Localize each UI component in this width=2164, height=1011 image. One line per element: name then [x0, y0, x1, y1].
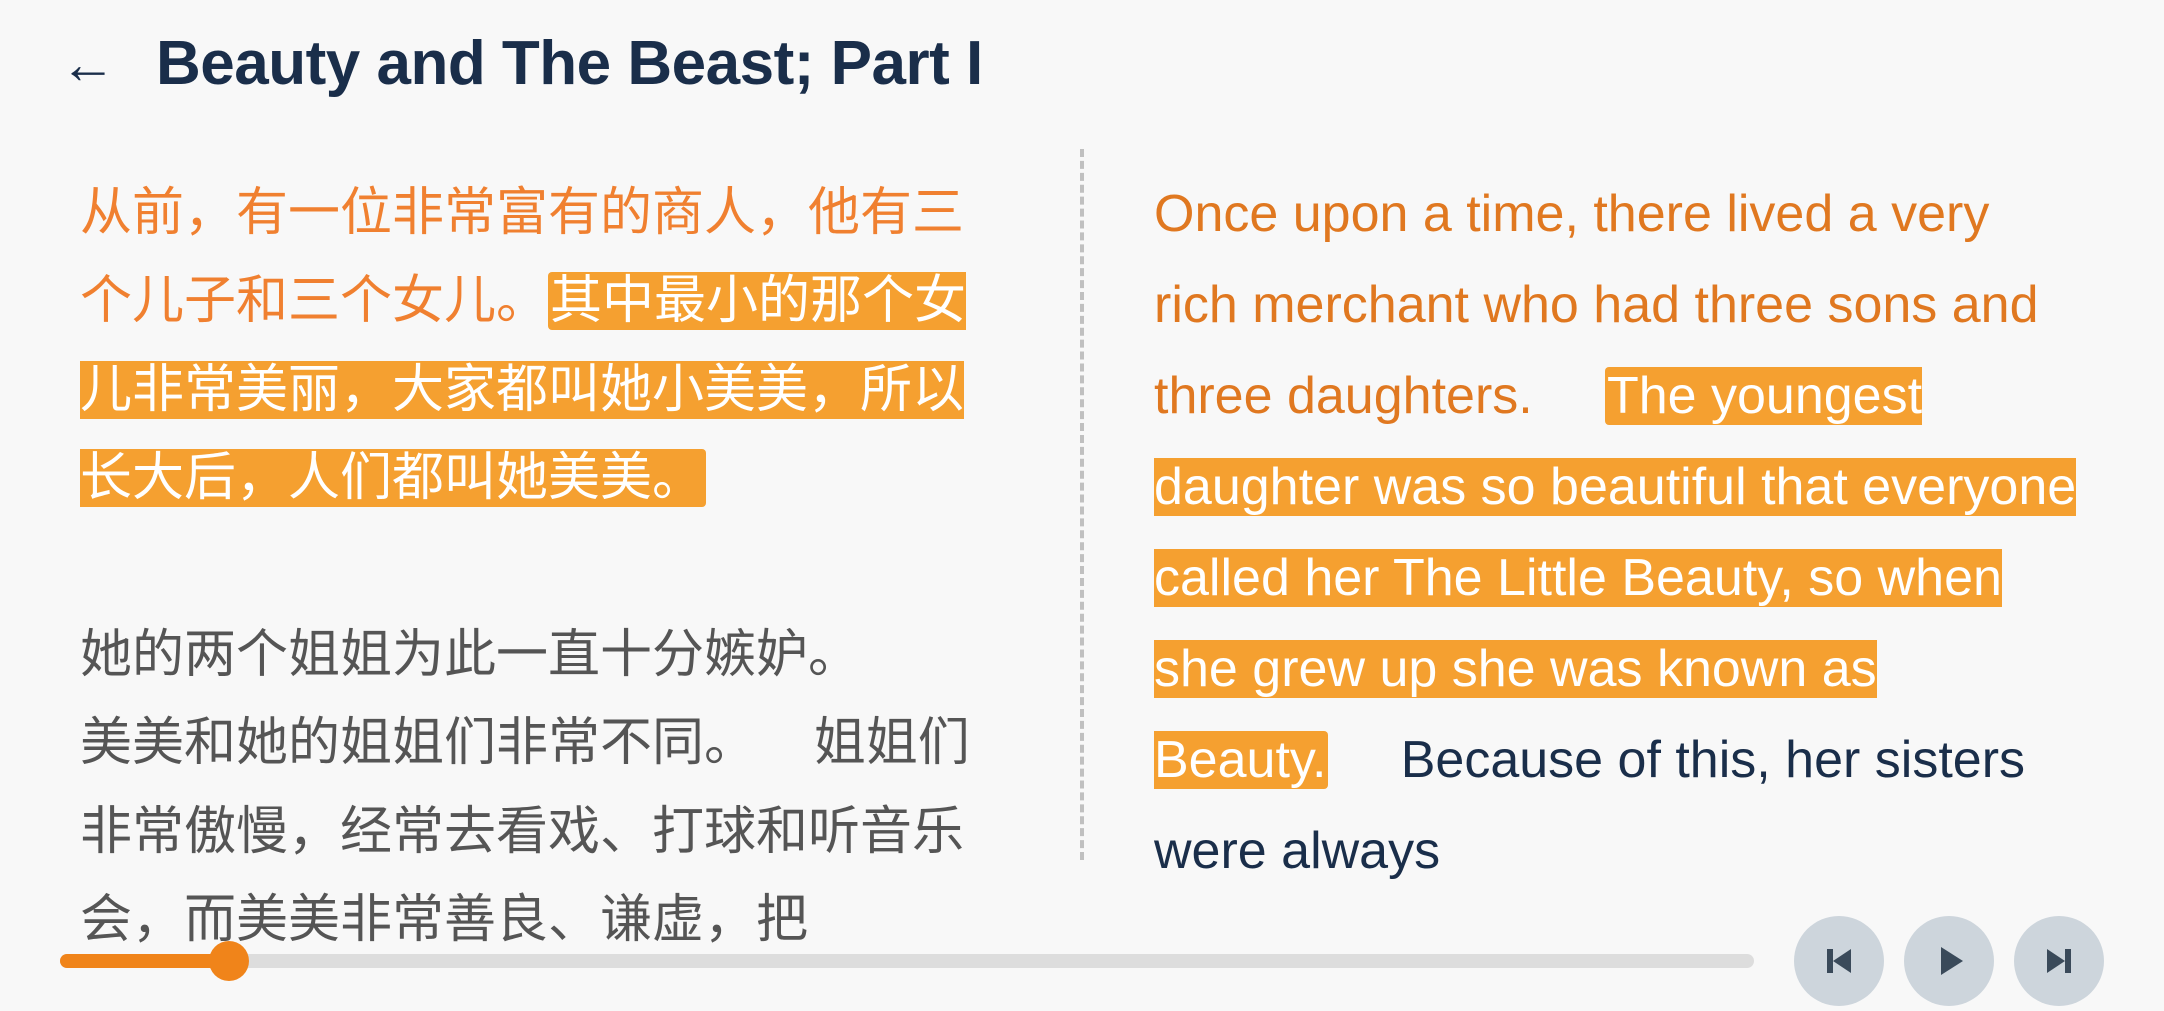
left-panel-chinese: 从前，有一位非常富有的商人，他有三个儿子和三个女儿。其中最小的那个女儿非常美丽，… — [0, 139, 1080, 870]
next-button[interactable] — [2014, 916, 2104, 1006]
back-button[interactable]: ← — [60, 36, 116, 92]
header: ← Beauty and The Beast; Part I — [0, 0, 2164, 119]
progress-bar[interactable] — [60, 954, 1754, 968]
page-title: Beauty and The Beast; Part I — [156, 28, 983, 99]
progress-thumb[interactable] — [209, 941, 249, 981]
english-text-highlight: The youngest daughter was so beautiful t… — [1154, 367, 2076, 789]
content-area: 从前，有一位非常富有的商人，他有三个儿子和三个女儿。其中最小的那个女儿非常美丽，… — [0, 119, 2164, 890]
playback-bar — [0, 911, 2164, 1011]
play-button[interactable] — [1904, 916, 1994, 1006]
play-icon — [1929, 941, 1969, 981]
next-icon — [2039, 941, 2079, 981]
right-panel-english: Once upon a time, there lived a very ric… — [1084, 139, 2164, 870]
progress-fill — [60, 954, 229, 968]
playback-controls — [1794, 916, 2104, 1006]
chinese-text-normal-2: 她的两个姐姐为此一直十分嫉妒。美美和她的姐姐们非常不同。 姐姐们非常傲慢，经常去… — [80, 626, 970, 949]
prev-icon — [1819, 941, 1859, 981]
prev-button[interactable] — [1794, 916, 1884, 1006]
